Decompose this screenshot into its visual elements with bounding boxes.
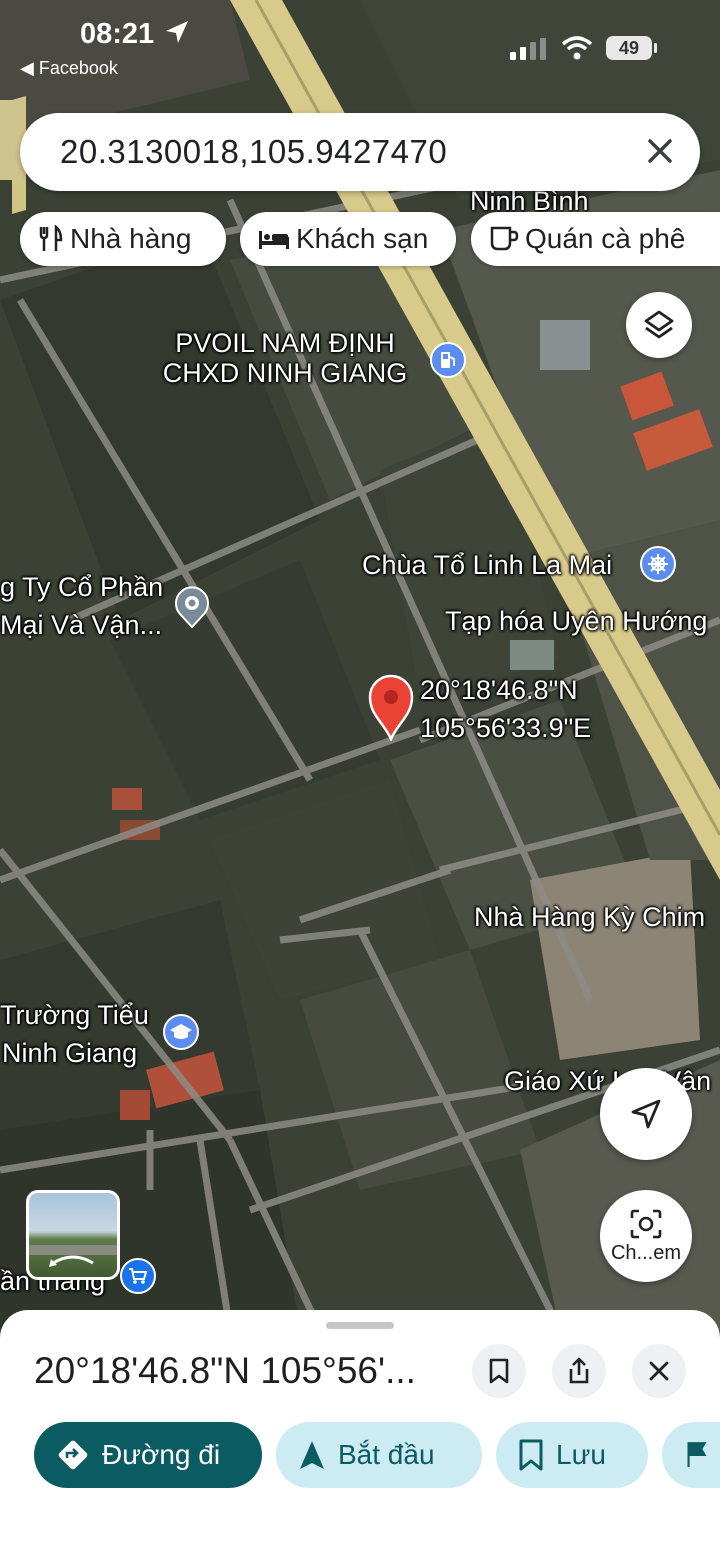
map-label-chua-to[interactable]: Chùa Tổ Linh La Mai	[362, 550, 612, 580]
chip-cafes[interactable]: Quán cà phê	[471, 212, 720, 266]
map-label-nha-hang[interactable]: Nhà Hàng Kỳ Chim	[474, 902, 705, 932]
battery-cap	[654, 43, 657, 53]
location-arrow-icon	[166, 21, 189, 43]
share-button[interactable]	[552, 1344, 606, 1398]
bookmark-outline-icon	[519, 1439, 543, 1471]
label-button[interactable]	[662, 1422, 720, 1488]
map-label-pvoil-line2: CHXD NINH GIANG	[162, 358, 408, 388]
chip-restaurants[interactable]: Nhà hàng	[20, 212, 226, 266]
restaurant-icon	[39, 225, 63, 251]
search-bar[interactable]: 20.3130018,105.9427470	[20, 113, 700, 191]
layers-icon	[644, 310, 674, 339]
layers-button[interactable]	[626, 292, 692, 358]
map-label-cong-ty-2[interactable]: Mại Và Vận...	[0, 610, 162, 640]
hotel-icon	[259, 231, 289, 249]
close-icon	[649, 1361, 669, 1381]
map-label-truong-1[interactable]: Trường Tiểu	[0, 1000, 149, 1030]
status-bar: 08:21 ◀ Facebook 49	[0, 0, 720, 90]
status-time: 08:21	[80, 18, 190, 51]
street-view-thumbnail[interactable]	[26, 1190, 120, 1280]
map-label-truong-2[interactable]: Ninh Giang	[2, 1038, 137, 1068]
map-label-pvoil-line1: PVOIL NAM ĐỊNH	[175, 328, 395, 358]
my-location-button[interactable]	[600, 1068, 692, 1160]
battery-level: 49	[618, 38, 640, 58]
share-icon	[569, 1357, 589, 1384]
rotate-360-icon	[52, 1255, 94, 1265]
school-icon[interactable]	[163, 1014, 199, 1050]
signal-bars-icon	[510, 38, 546, 60]
search-query[interactable]: 20.3130018,105.9427470	[60, 133, 447, 171]
flag-icon	[687, 1442, 707, 1467]
navigation-icon	[300, 1441, 324, 1469]
shopping-cart-icon[interactable]	[120, 1258, 156, 1294]
cafe-icon	[490, 226, 519, 251]
map-label-tap-hoa[interactable]: Tạp hóa Uyên Hướng	[445, 606, 707, 636]
chip-hotels-label: Khách sạn	[296, 223, 429, 254]
place-marker-icon[interactable]	[172, 584, 212, 633]
save-label: Lưu	[556, 1439, 606, 1470]
start-button[interactable]: Bắt đầu	[276, 1422, 482, 1488]
directions-label: Đường đi	[102, 1439, 221, 1470]
status-time-text: 08:21	[80, 18, 155, 50]
chip-cafes-label: Quán cà phê	[525, 223, 686, 254]
pin-longitude-label: 105°56'33.9"E	[420, 713, 592, 743]
drag-handle[interactable]	[326, 1322, 394, 1329]
back-to-app-link[interactable]: ◀ Facebook	[20, 58, 118, 79]
chip-restaurants-label: Nhà hàng	[70, 223, 192, 254]
gas-station-icon[interactable]	[430, 342, 466, 378]
wifi-icon	[561, 36, 593, 60]
back-app-label: Facebook	[38, 58, 118, 78]
directions-icon	[58, 1440, 88, 1470]
place-bottom-sheet[interactable]: 20°18'46.8"N 105°56'... Đường đi Bắt đầu…	[0, 1310, 720, 1560]
navigation-arrow-icon	[631, 1099, 661, 1129]
dropped-pin-icon[interactable]	[366, 673, 416, 746]
start-label: Bắt đầu	[338, 1439, 435, 1470]
camera-lens-icon	[630, 1209, 662, 1238]
lens-label: Ch...em	[610, 1241, 682, 1264]
directions-button[interactable]: Đường đi	[34, 1422, 262, 1488]
save-place-button[interactable]	[472, 1344, 526, 1398]
chip-hotels[interactable]: Khách sạn	[240, 212, 456, 266]
bookmark-icon	[489, 1358, 509, 1384]
lens-search-button[interactable]: Ch...em	[600, 1190, 692, 1282]
close-sheet-button[interactable]	[632, 1344, 686, 1398]
map-label-cong-ty-1[interactable]: g Ty Cổ Phần	[0, 572, 163, 602]
pin-latitude-label: 20°18'46.8"N	[420, 675, 578, 705]
clear-search-icon[interactable]	[640, 131, 680, 171]
save-button[interactable]: Lưu	[496, 1422, 648, 1488]
battery-indicator: 49	[606, 36, 652, 60]
place-title: 20°18'46.8"N 105°56'...	[34, 1350, 416, 1391]
map-label-pvoil[interactable]: PVOIL NAM ĐỊNH CHXD NINH GIANG	[150, 328, 420, 388]
temple-icon[interactable]	[640, 546, 676, 582]
